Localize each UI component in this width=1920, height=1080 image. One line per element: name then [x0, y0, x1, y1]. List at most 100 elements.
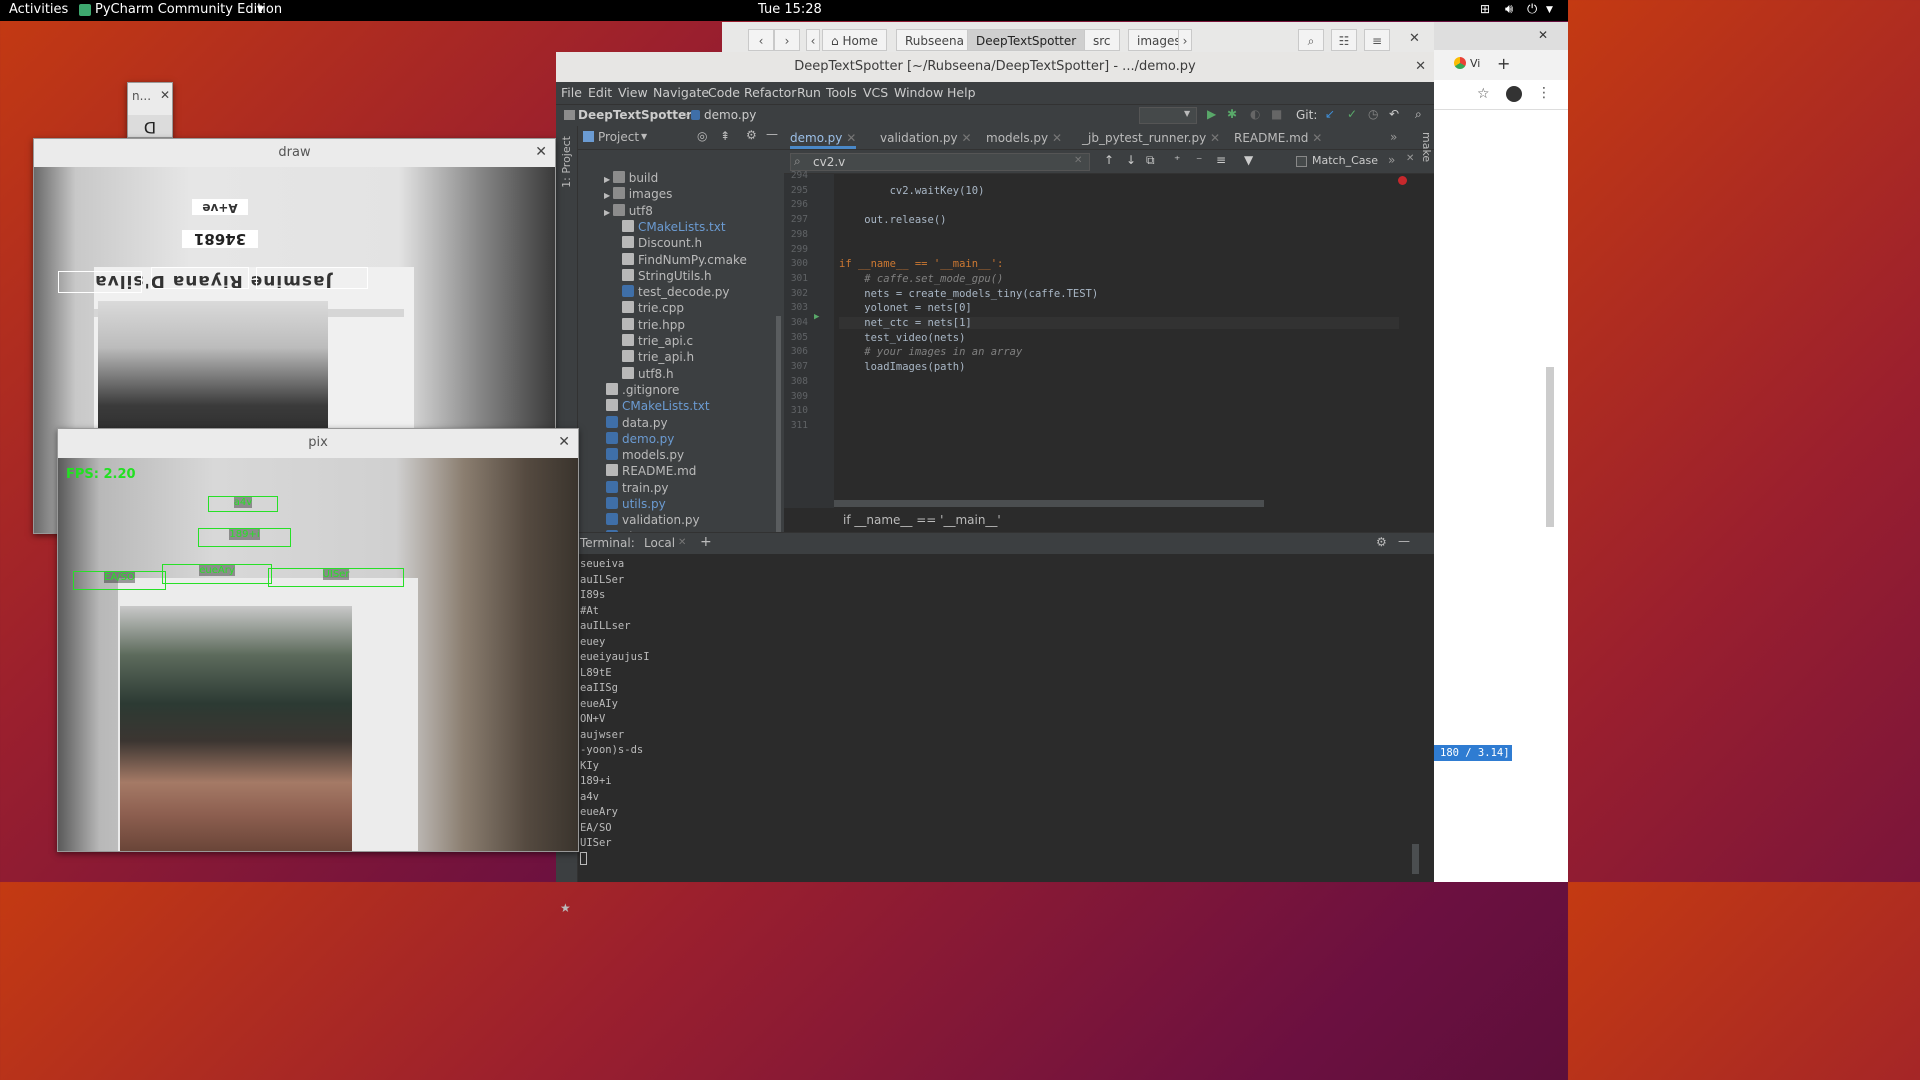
menu-file[interactable]: File	[561, 85, 582, 100]
hide-icon[interactable]: —	[766, 127, 778, 141]
network-icon[interactable]: ⊞	[1480, 2, 1490, 16]
code-line[interactable]: yolonet = nets[0]	[839, 302, 971, 314]
nav-file[interactable]: demo.py	[704, 108, 756, 122]
tree-item[interactable]: trie_api.h	[622, 349, 694, 365]
path-src[interactable]: src	[1084, 29, 1120, 51]
expand-arrow-icon[interactable]: ▶	[604, 208, 613, 217]
tab-demo-py[interactable]: demo.py ✕	[790, 129, 857, 149]
scrollbar[interactable]	[1412, 844, 1419, 874]
code-line[interactable]: # caffe.set_mode_gpu()	[839, 273, 1003, 285]
menu-refactor[interactable]: Refactor	[744, 85, 796, 100]
menu-navigate[interactable]: Navigate	[653, 85, 709, 100]
path-rubseena[interactable]: Rubseena	[896, 29, 973, 51]
collapse-icon[interactable]: ⇞	[720, 129, 730, 143]
activities-button[interactable]: Activities	[9, 2, 68, 17]
remove-occurrence-icon[interactable]: ⁻	[1196, 153, 1202, 167]
more-icon[interactable]: »	[1388, 153, 1395, 167]
expand-arrow-icon[interactable]: ▶	[604, 175, 613, 184]
horizontal-scrollbar[interactable]	[834, 500, 1264, 507]
menu-window[interactable]: Window	[894, 85, 943, 100]
run-icon[interactable]: ▶	[1207, 107, 1216, 121]
power-icon[interactable]: ⏻	[1527, 2, 1537, 17]
revert-icon[interactable]: ↶	[1389, 107, 1399, 121]
tree-item[interactable]: trie.cpp	[622, 300, 684, 316]
scrollbar[interactable]	[1546, 367, 1554, 527]
tree-item[interactable]: models.py	[606, 447, 684, 463]
close-icon[interactable]: ✕	[1210, 131, 1220, 145]
tree-item[interactable]: CMakeLists.txt	[622, 219, 726, 235]
browser-tab[interactable]: Vi +	[1434, 50, 1568, 80]
favorites-star-icon[interactable]: ★	[560, 901, 571, 915]
code-line[interactable]: net_ctc = nets[1]	[839, 317, 1399, 329]
find-in-window-icon[interactable]: ⧉	[1146, 153, 1155, 168]
new-terminal-icon[interactable]: +	[700, 534, 712, 550]
close-icon[interactable]: ✕	[160, 88, 170, 102]
tab-jb-pytest-runner[interactable]: _jb_pytest_runner.py ✕	[1082, 129, 1220, 149]
terminal-output[interactable]: seueiva auILSer I89s #At auILLser euey eueiyau…	[578, 554, 1434, 882]
view-toggle-icon[interactable]: ☷	[1331, 29, 1357, 51]
tree-item[interactable]: ▶ utf8	[604, 203, 653, 219]
clear-icon[interactable]: ✕	[1074, 155, 1082, 166]
tab-models-py[interactable]: models.py ✕	[986, 129, 1062, 149]
star-icon[interactable]: ☆	[1477, 86, 1490, 102]
run-gutter-icon[interactable]: ▶	[814, 312, 819, 322]
close-icon[interactable]: ✕	[678, 537, 686, 548]
forward-button[interactable]: ›	[774, 29, 800, 51]
menu-run[interactable]: Run	[797, 85, 821, 100]
tree-item[interactable]: test_decode.py	[622, 284, 730, 300]
scrollbar[interactable]	[776, 316, 781, 556]
debug-icon[interactable]: ✱	[1227, 107, 1237, 121]
clock[interactable]: Tue 15:28	[758, 2, 822, 17]
history-icon[interactable]: ◷	[1368, 107, 1378, 121]
tree-item[interactable]: CMakeLists.txt	[606, 398, 710, 414]
more-vert-icon[interactable]: ⋮	[1537, 85, 1551, 101]
close-icon[interactable]: ✕	[846, 131, 856, 145]
tree-item[interactable]: utf8.h	[622, 366, 674, 382]
filter-icon[interactable]: ▼	[1244, 153, 1253, 167]
close-icon[interactable]: ✕	[1052, 131, 1062, 145]
coverage-icon[interactable]: ◐	[1250, 107, 1260, 121]
close-icon[interactable]: ✕	[558, 434, 570, 450]
menu-tools[interactable]: Tools	[826, 85, 857, 100]
menu-view[interactable]: View	[618, 85, 648, 100]
back-button[interactable]: ‹	[748, 29, 774, 51]
target-icon[interactable]: ◎	[697, 129, 707, 143]
tree-item[interactable]: Discount.h	[622, 235, 702, 251]
small-opencv-window[interactable]: n... ✕ D	[127, 82, 173, 138]
code-line[interactable]: nets = create_models_tiny(caffe.TEST)	[839, 288, 1098, 300]
tree-item[interactable]: data.py	[606, 415, 668, 431]
tree-item[interactable]: train.py	[606, 480, 668, 496]
search-input[interactable]: ⌕ cv2.v ✕	[790, 153, 1090, 171]
more-tabs-icon[interactable]: »	[1390, 130, 1397, 144]
hamburger-menu-icon[interactable]: ≡	[1364, 29, 1390, 51]
gear-icon[interactable]: ⚙	[746, 128, 757, 142]
tree-item[interactable]: validation.py	[606, 512, 700, 528]
close-icon[interactable]: ✕	[961, 131, 971, 145]
chevron-down-icon[interactable]: ▼	[641, 132, 647, 141]
menu-code[interactable]: Code	[708, 85, 740, 100]
next-occurrence-icon[interactable]: ↓	[1126, 153, 1136, 167]
tree-item[interactable]: StringUtils.h	[622, 268, 712, 284]
tree-item[interactable]: .gitignore	[606, 382, 679, 398]
project-view-select[interactable]: Project	[598, 130, 639, 144]
match-case-checkbox[interactable]	[1296, 156, 1307, 167]
menu-vcs[interactable]: VCS	[863, 85, 888, 100]
tree-item[interactable]: ▶ build	[604, 170, 658, 186]
project-tool-button[interactable]: 1: Project	[560, 136, 573, 188]
gear-icon[interactable]: ⚙	[1376, 535, 1387, 549]
close-icon[interactable]: ✕	[535, 144, 547, 160]
path-deeptextspotter[interactable]: DeepTextSpotter	[967, 29, 1086, 51]
tree-item[interactable]: utils.py	[606, 496, 666, 512]
pix-window[interactable]: pix ✕ FPS: 2.20 a4v 189+i EA/SO eueAry UISer	[57, 428, 579, 852]
select-all-icon[interactable]: ≡	[1216, 153, 1226, 167]
stop-icon[interactable]: ■	[1271, 107, 1282, 121]
tree-item[interactable]: FindNumPy.cmake	[622, 252, 747, 268]
code-line[interactable]: if __name__ == '__main__':	[839, 258, 1003, 270]
hide-icon[interactable]: —	[1398, 534, 1410, 548]
run-config-select[interactable]: ▼	[1139, 107, 1197, 124]
account-icon[interactable]	[1506, 86, 1522, 102]
make-tool-button[interactable]: make	[1415, 132, 1433, 172]
path-left-button[interactable]: ‹	[806, 29, 820, 51]
menu-edit[interactable]: Edit	[588, 85, 612, 100]
code-line[interactable]: cv2.waitKey(10)	[839, 185, 985, 197]
